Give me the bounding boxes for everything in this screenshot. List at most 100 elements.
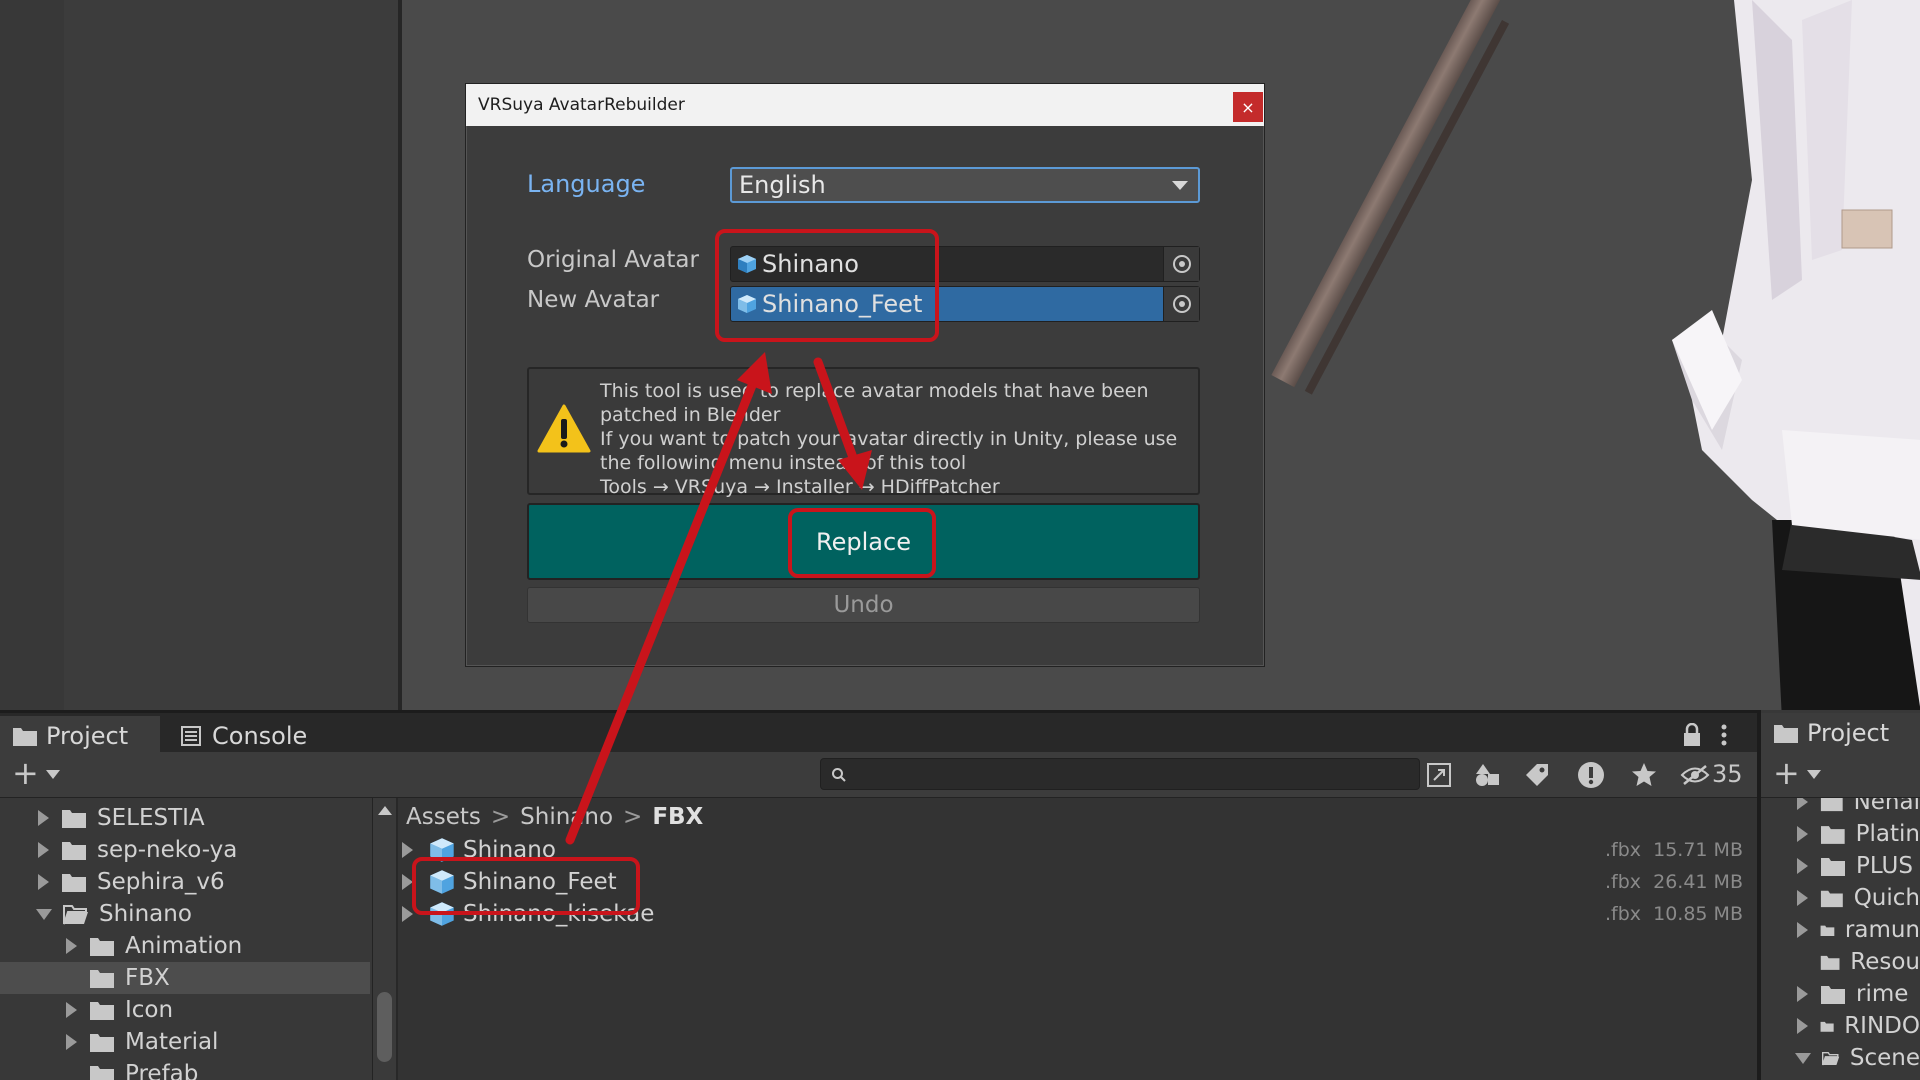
tree-item[interactable]: Quich <box>1761 882 1920 914</box>
file-meta: .fbx 26.41 MB <box>1604 871 1743 893</box>
tab-label: Project <box>1807 718 1890 747</box>
expand-arrow-icon[interactable] <box>402 842 413 858</box>
annotation-box-shinano-feet <box>412 857 640 915</box>
tree-item-label: SELESTIA <box>97 805 205 831</box>
expand-arrow-icon[interactable] <box>66 1002 77 1018</box>
warning-icon <box>537 404 591 453</box>
star-icon[interactable] <box>1630 761 1658 789</box>
folder-icon <box>1820 1021 1834 1032</box>
tree-scrollbar[interactable] <box>372 798 396 1080</box>
expand-arrow-icon[interactable] <box>38 842 49 858</box>
breadcrumb-shinano[interactable]: Shinano <box>520 804 613 830</box>
expand-arrow-icon[interactable] <box>1797 798 1808 810</box>
tree-item-label: Resou <box>1850 949 1920 975</box>
expand-arrow-icon[interactable] <box>402 906 413 922</box>
folder-icon <box>1821 857 1845 876</box>
folder-icon <box>1820 890 1843 907</box>
expand-arrow-icon[interactable] <box>66 1034 77 1050</box>
add-asset-button[interactable]: + <box>1773 754 1800 792</box>
expand-arrow-icon[interactable] <box>66 938 77 954</box>
more-menu-icon[interactable] <box>1720 723 1728 747</box>
expand-arrow-icon[interactable] <box>1797 1018 1808 1034</box>
scroll-up-icon[interactable] <box>378 806 392 815</box>
tree-item-label: Animation <box>125 933 243 959</box>
chevron-down-icon[interactable] <box>46 770 60 779</box>
folder-tree: SELESTIA sep-neko-ya Sephira_v6 Shinano … <box>0 798 372 1080</box>
expand-arrow-icon[interactable] <box>1797 890 1808 906</box>
chevron-down-icon[interactable] <box>1807 770 1821 779</box>
new-avatar-picker[interactable] <box>1163 287 1199 321</box>
search-by-type-icon[interactable] <box>1426 762 1452 788</box>
dialog-title: VRSuya AvatarRebuilder <box>478 95 685 115</box>
search-icon <box>832 768 846 782</box>
close-button[interactable]: × <box>1233 92 1263 122</box>
tree-item-label: PLUS <box>1856 853 1913 879</box>
warning-filter-icon[interactable] <box>1576 760 1606 790</box>
tree-item-label: Material <box>125 1029 219 1055</box>
tab-project[interactable]: Project <box>0 716 160 755</box>
tree-item[interactable]: Nehal <box>1761 798 1920 818</box>
language-value: English <box>739 171 826 199</box>
tree-item-animation[interactable]: Animation <box>0 930 370 962</box>
secondary-toolbar: + <box>1761 752 1920 798</box>
tree-item[interactable]: RINDO <box>1761 1010 1920 1042</box>
tree-item-label: FBX <box>125 965 170 991</box>
expand-arrow-icon[interactable] <box>38 810 49 826</box>
tree-item[interactable]: PLUS <box>1761 850 1920 882</box>
expand-arrow-icon[interactable] <box>1797 826 1808 842</box>
tree-item[interactable]: Platin <box>1761 818 1920 850</box>
tree-item-sephira[interactable]: Sephira_v6 <box>0 866 370 898</box>
add-asset-button[interactable]: + <box>12 754 39 792</box>
tree-item[interactable]: ramun <box>1761 914 1920 946</box>
tree-item-icon[interactable]: Icon <box>0 994 370 1026</box>
tree-item-label: Scene <box>1849 1045 1920 1071</box>
folder-icon <box>62 873 86 892</box>
tab-console-label: Console <box>212 721 308 750</box>
original-avatar-picker[interactable] <box>1163 247 1199 281</box>
tree-item[interactable]: Resou <box>1761 946 1920 978</box>
tree-item[interactable]: Scene <box>1761 1042 1920 1074</box>
tree-item-selestia[interactable]: SELESTIA <box>0 802 370 834</box>
tab-project-secondary[interactable]: Project <box>1761 713 1920 752</box>
tree-item-sep-neko-ya[interactable]: sep-neko-ya <box>0 834 370 866</box>
folder-icon <box>1774 724 1798 743</box>
hierarchy-panel <box>64 0 402 710</box>
scroll-thumb[interactable] <box>377 992 392 1062</box>
collapse-arrow-icon[interactable] <box>1795 1052 1811 1064</box>
annotation-box-replace <box>788 508 936 578</box>
avatar-model <box>1672 0 1920 710</box>
dialog-titlebar[interactable]: VRSuya AvatarRebuilder × <box>466 84 1264 126</box>
folder-icon <box>1820 925 1835 936</box>
tree-item-prefab[interactable]: Prefab <box>0 1058 370 1080</box>
folder-icon <box>62 809 86 828</box>
breadcrumb-assets[interactable]: Assets <box>406 804 481 830</box>
filter-by-type-icon[interactable] <box>1474 762 1500 788</box>
chevron-right-icon: > <box>623 804 643 830</box>
collapse-arrow-icon[interactable] <box>36 908 52 920</box>
search-input[interactable] <box>820 758 1420 790</box>
chevron-right-icon: > <box>490 804 511 830</box>
scene-strap <box>1271 0 1515 388</box>
tab-console[interactable]: Console <box>168 716 328 755</box>
expand-arrow-icon[interactable] <box>1797 922 1808 938</box>
tree-item-fbx[interactable]: FBX <box>0 962 370 994</box>
hidden-packages-icon[interactable] <box>1680 764 1710 786</box>
breadcrumb-fbx[interactable]: FBX <box>652 804 703 830</box>
tree-item[interactable]: rime <box>1761 978 1920 1010</box>
tree-item-label: Sephira_v6 <box>97 869 225 895</box>
expand-arrow-icon[interactable] <box>1797 858 1808 874</box>
filter-by-label-icon[interactable] <box>1524 762 1550 788</box>
scene-strap <box>1304 20 1510 395</box>
folder-icon <box>1820 798 1843 811</box>
language-dropdown[interactable]: English <box>730 167 1200 203</box>
undo-label: Undo <box>833 592 894 618</box>
lock-icon[interactable] <box>1682 723 1702 747</box>
tree-item-shinano[interactable]: Shinano <box>0 898 370 930</box>
tree-item-label: Prefab <box>125 1061 199 1080</box>
undo-button[interactable]: Undo <box>527 587 1200 623</box>
help-text: This tool is used to replace avatar mode… <box>600 380 1178 498</box>
tree-item-material[interactable]: Material <box>0 1026 370 1058</box>
project-toolbar: + 35 <box>0 752 1757 798</box>
expand-arrow-icon[interactable] <box>1797 986 1808 1002</box>
expand-arrow-icon[interactable] <box>38 874 49 890</box>
